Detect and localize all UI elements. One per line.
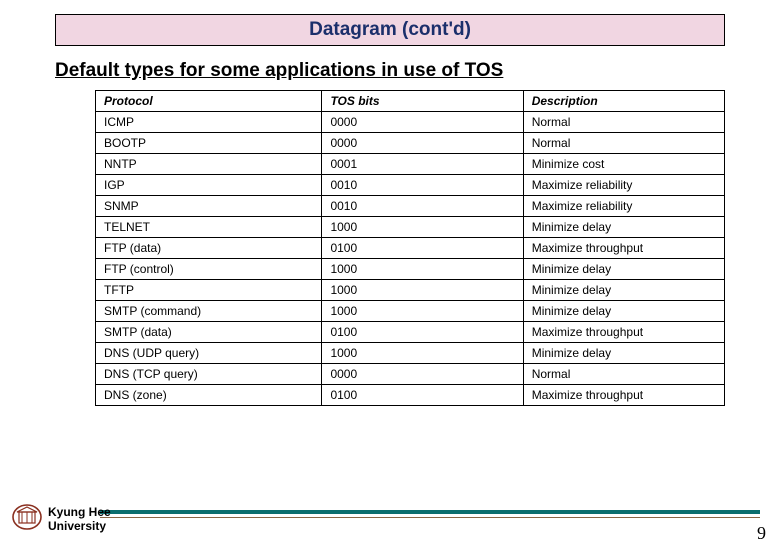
university-name-line2: University xyxy=(48,519,106,533)
table-cell: 1000 xyxy=(322,343,523,364)
table-cell: 1000 xyxy=(322,259,523,280)
table-cell: 0000 xyxy=(322,364,523,385)
table-cell: 0001 xyxy=(322,154,523,175)
table-row: IGP0010Maximize reliability xyxy=(96,175,725,196)
table-cell: Minimize delay xyxy=(523,280,724,301)
table-cell: DNS (UDP query) xyxy=(96,343,322,364)
footer-rule-thin xyxy=(100,517,760,518)
table-row: FTP (control)1000Minimize delay xyxy=(96,259,725,280)
table-cell: Normal xyxy=(523,133,724,154)
table-cell: Minimize delay xyxy=(523,301,724,322)
table-row: ICMP0000Normal xyxy=(96,112,725,133)
table-cell: TELNET xyxy=(96,217,322,238)
table-cell: SNMP xyxy=(96,196,322,217)
table-cell: 0100 xyxy=(322,322,523,343)
table-cell: NNTP xyxy=(96,154,322,175)
table-cell: 1000 xyxy=(322,217,523,238)
table-cell: DNS (zone) xyxy=(96,385,322,406)
slide-subtitle: Default types for some applications in u… xyxy=(55,60,780,82)
table-cell: Maximize reliability xyxy=(523,196,724,217)
table-cell: Maximize throughput xyxy=(523,385,724,406)
table-cell: DNS (TCP query) xyxy=(96,364,322,385)
table-cell: Normal xyxy=(523,112,724,133)
table-cell: Minimize delay xyxy=(523,259,724,280)
table-row: SMTP (data)0100Maximize throughput xyxy=(96,322,725,343)
table-row: SNMP0010Maximize reliability xyxy=(96,196,725,217)
table-cell: 1000 xyxy=(322,301,523,322)
table-cell: 0100 xyxy=(322,238,523,259)
table-cell: TFTP xyxy=(96,280,322,301)
col-header-description: Description xyxy=(523,91,724,112)
table-cell: ICMP xyxy=(96,112,322,133)
footer-rule-thick xyxy=(100,510,760,514)
table-cell: FTP (data) xyxy=(96,238,322,259)
table-cell: SMTP (data) xyxy=(96,322,322,343)
university-name-line1: Kyung Hee xyxy=(48,505,111,519)
col-header-tos: TOS bits xyxy=(322,91,523,112)
table-cell: Minimize cost xyxy=(523,154,724,175)
page-number: 9 xyxy=(757,523,766,544)
table-cell: Maximize throughput xyxy=(523,322,724,343)
col-header-protocol: Protocol xyxy=(96,91,322,112)
table-cell: Minimize delay xyxy=(523,343,724,364)
table-row: DNS (TCP query)0000Normal xyxy=(96,364,725,385)
table-cell: 0010 xyxy=(322,175,523,196)
table-cell: Maximize throughput xyxy=(523,238,724,259)
table-cell: 0100 xyxy=(322,385,523,406)
table-row: TELNET1000Minimize delay xyxy=(96,217,725,238)
table-row: FTP (data)0100Maximize throughput xyxy=(96,238,725,259)
tos-table-wrap: Protocol TOS bits Description ICMP0000No… xyxy=(95,90,725,406)
table-cell: Minimize delay xyxy=(523,217,724,238)
table-row: BOOTP0000Normal xyxy=(96,133,725,154)
table-row: DNS (UDP query)1000Minimize delay xyxy=(96,343,725,364)
table-header-row: Protocol TOS bits Description xyxy=(96,91,725,112)
table-row: SMTP (command)1000Minimize delay xyxy=(96,301,725,322)
table-cell: 1000 xyxy=(322,280,523,301)
university-logo-icon xyxy=(10,502,44,532)
slide-title: Datagram (cont'd) xyxy=(309,19,471,41)
table-cell: Maximize reliability xyxy=(523,175,724,196)
tos-table: Protocol TOS bits Description ICMP0000No… xyxy=(95,90,725,406)
slide-title-bar: Datagram (cont'd) xyxy=(55,14,725,46)
table-cell: SMTP (command) xyxy=(96,301,322,322)
slide-footer: Kyung Hee University 9 xyxy=(0,508,780,548)
table-cell: IGP xyxy=(96,175,322,196)
table-cell: Normal xyxy=(523,364,724,385)
table-row: NNTP0001Minimize cost xyxy=(96,154,725,175)
table-cell: 0000 xyxy=(322,133,523,154)
table-cell: FTP (control) xyxy=(96,259,322,280)
table-row: TFTP1000Minimize delay xyxy=(96,280,725,301)
university-name: Kyung Hee University xyxy=(48,506,111,534)
table-cell: 0010 xyxy=(322,196,523,217)
table-row: DNS (zone)0100Maximize throughput xyxy=(96,385,725,406)
table-cell: BOOTP xyxy=(96,133,322,154)
table-cell: 0000 xyxy=(322,112,523,133)
